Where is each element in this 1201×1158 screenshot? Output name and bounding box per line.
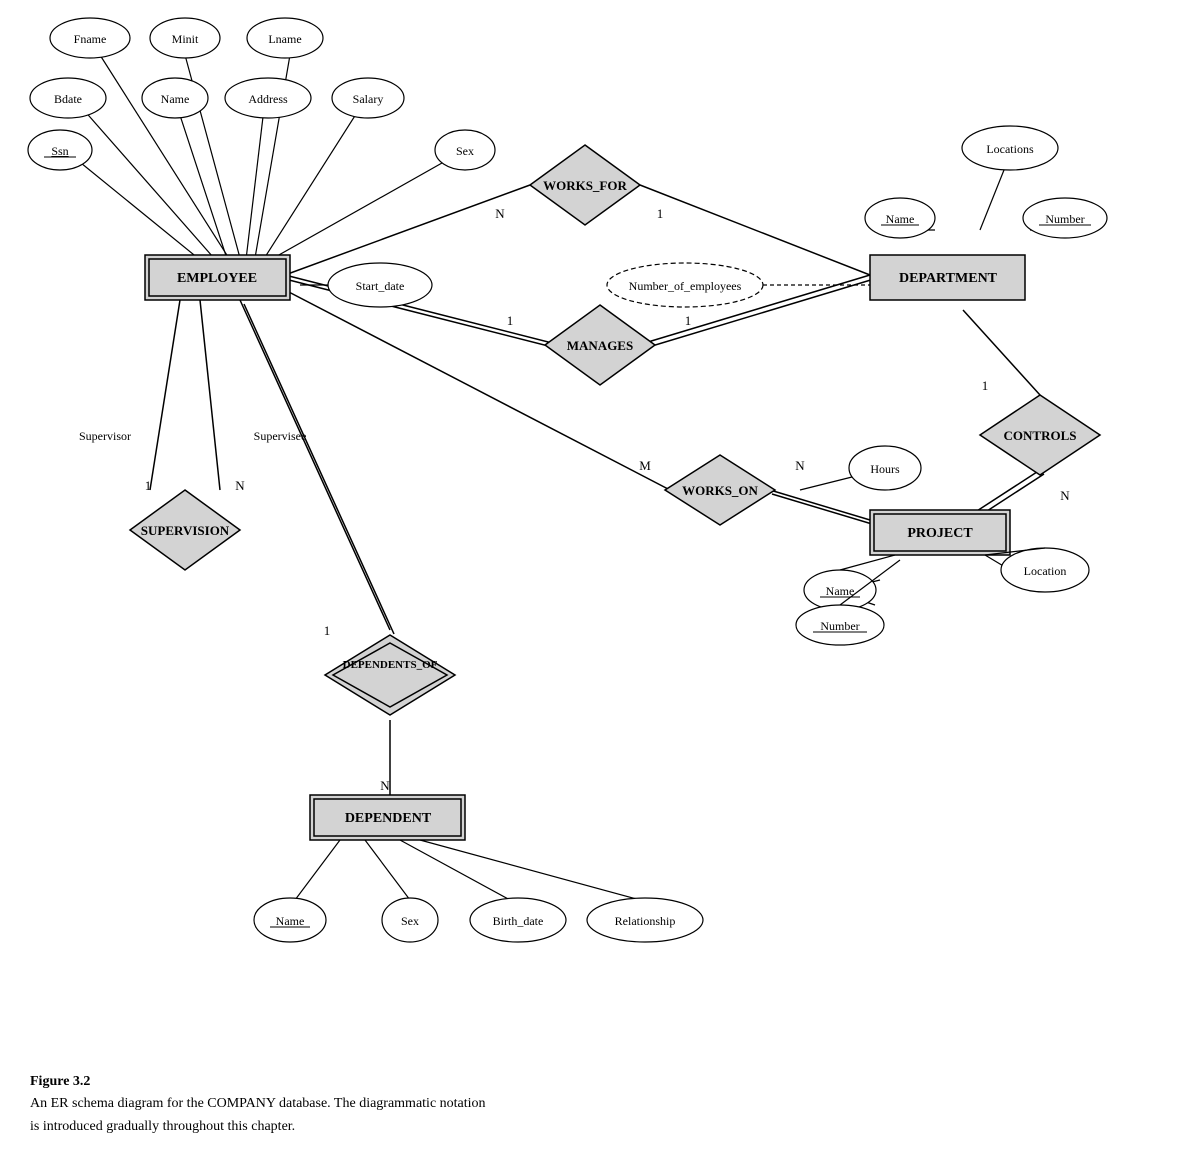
dep-sex-attr: Sex xyxy=(401,914,419,928)
dept-number-attr: Number xyxy=(1045,212,1084,226)
supervisee-label: Supervisee xyxy=(254,429,307,443)
proj-number-attr: Number xyxy=(820,619,859,633)
supervisor-label: Supervisor xyxy=(79,429,131,443)
controls-n-label: N xyxy=(1060,488,1070,503)
dep-name-attr: Name xyxy=(276,914,305,928)
dept-name-attr: Name xyxy=(886,212,915,226)
manages-1b-label: 1 xyxy=(685,313,692,328)
birth-date-attr: Birth_date xyxy=(493,914,544,928)
dep-of-n-label: N xyxy=(380,778,390,793)
supervision-n-label: N xyxy=(235,478,245,493)
figure-caption: Figure 3.2 An ER schema diagram for the … xyxy=(30,1071,486,1138)
ssn-attr: Ssn xyxy=(51,144,68,158)
hours-attr: Hours xyxy=(870,462,900,476)
caption-line2: is introduced gradually throughout this … xyxy=(30,1119,295,1134)
works-for-label: WORKS_FOR xyxy=(543,178,627,193)
works-on-m-label: M xyxy=(639,458,651,473)
relationship-attr: Relationship xyxy=(615,914,676,928)
locations-attr: Locations xyxy=(986,142,1034,156)
manages-label: MANAGES xyxy=(567,338,633,353)
fname-attr: Fname xyxy=(74,32,107,46)
dep-of-1-label: 1 xyxy=(324,623,331,638)
caption-line1: An ER schema diagram for the COMPANY dat… xyxy=(30,1096,486,1111)
works-on-n-label: N xyxy=(795,458,805,473)
employee-label: EMPLOYEE xyxy=(177,271,257,286)
salary-attr: Salary xyxy=(353,92,384,106)
dependents-of-label: DEPENDENTS_OF xyxy=(343,659,438,671)
emp-name-attr: Name xyxy=(161,92,190,106)
manages-1a-label: 1 xyxy=(507,313,514,328)
project-label: PROJECT xyxy=(907,526,973,541)
supervision-1-label: 1 xyxy=(145,478,152,493)
figure-title: Figure 3.2 xyxy=(30,1074,90,1089)
emp-sex-attr: Sex xyxy=(456,144,474,158)
controls-1-label: 1 xyxy=(982,378,989,393)
address-attr: Address xyxy=(248,92,288,106)
bdate-attr: Bdate xyxy=(54,92,82,106)
supervision-label: SUPERVISION xyxy=(141,523,230,538)
start-date-attr: Start_date xyxy=(356,279,405,293)
proj-name-attr: Name xyxy=(826,584,855,598)
minit-attr: Minit xyxy=(172,32,199,46)
num-employees-attr: Number_of_employees xyxy=(629,279,742,293)
works-on-label: WORKS_ON xyxy=(682,483,758,498)
er-diagram: WORKS_FOR MANAGES CONTROLS WORKS_ON SUPE… xyxy=(0,0,1201,1080)
dependent-label: DEPENDENT xyxy=(345,811,432,826)
controls-label: CONTROLS xyxy=(1004,428,1077,443)
works-for-1-label: 1 xyxy=(657,206,664,221)
location-attr: Location xyxy=(1024,564,1067,578)
lname-attr: Lname xyxy=(268,32,301,46)
department-label: DEPARTMENT xyxy=(899,271,998,286)
works-for-n-label: N xyxy=(495,206,505,221)
